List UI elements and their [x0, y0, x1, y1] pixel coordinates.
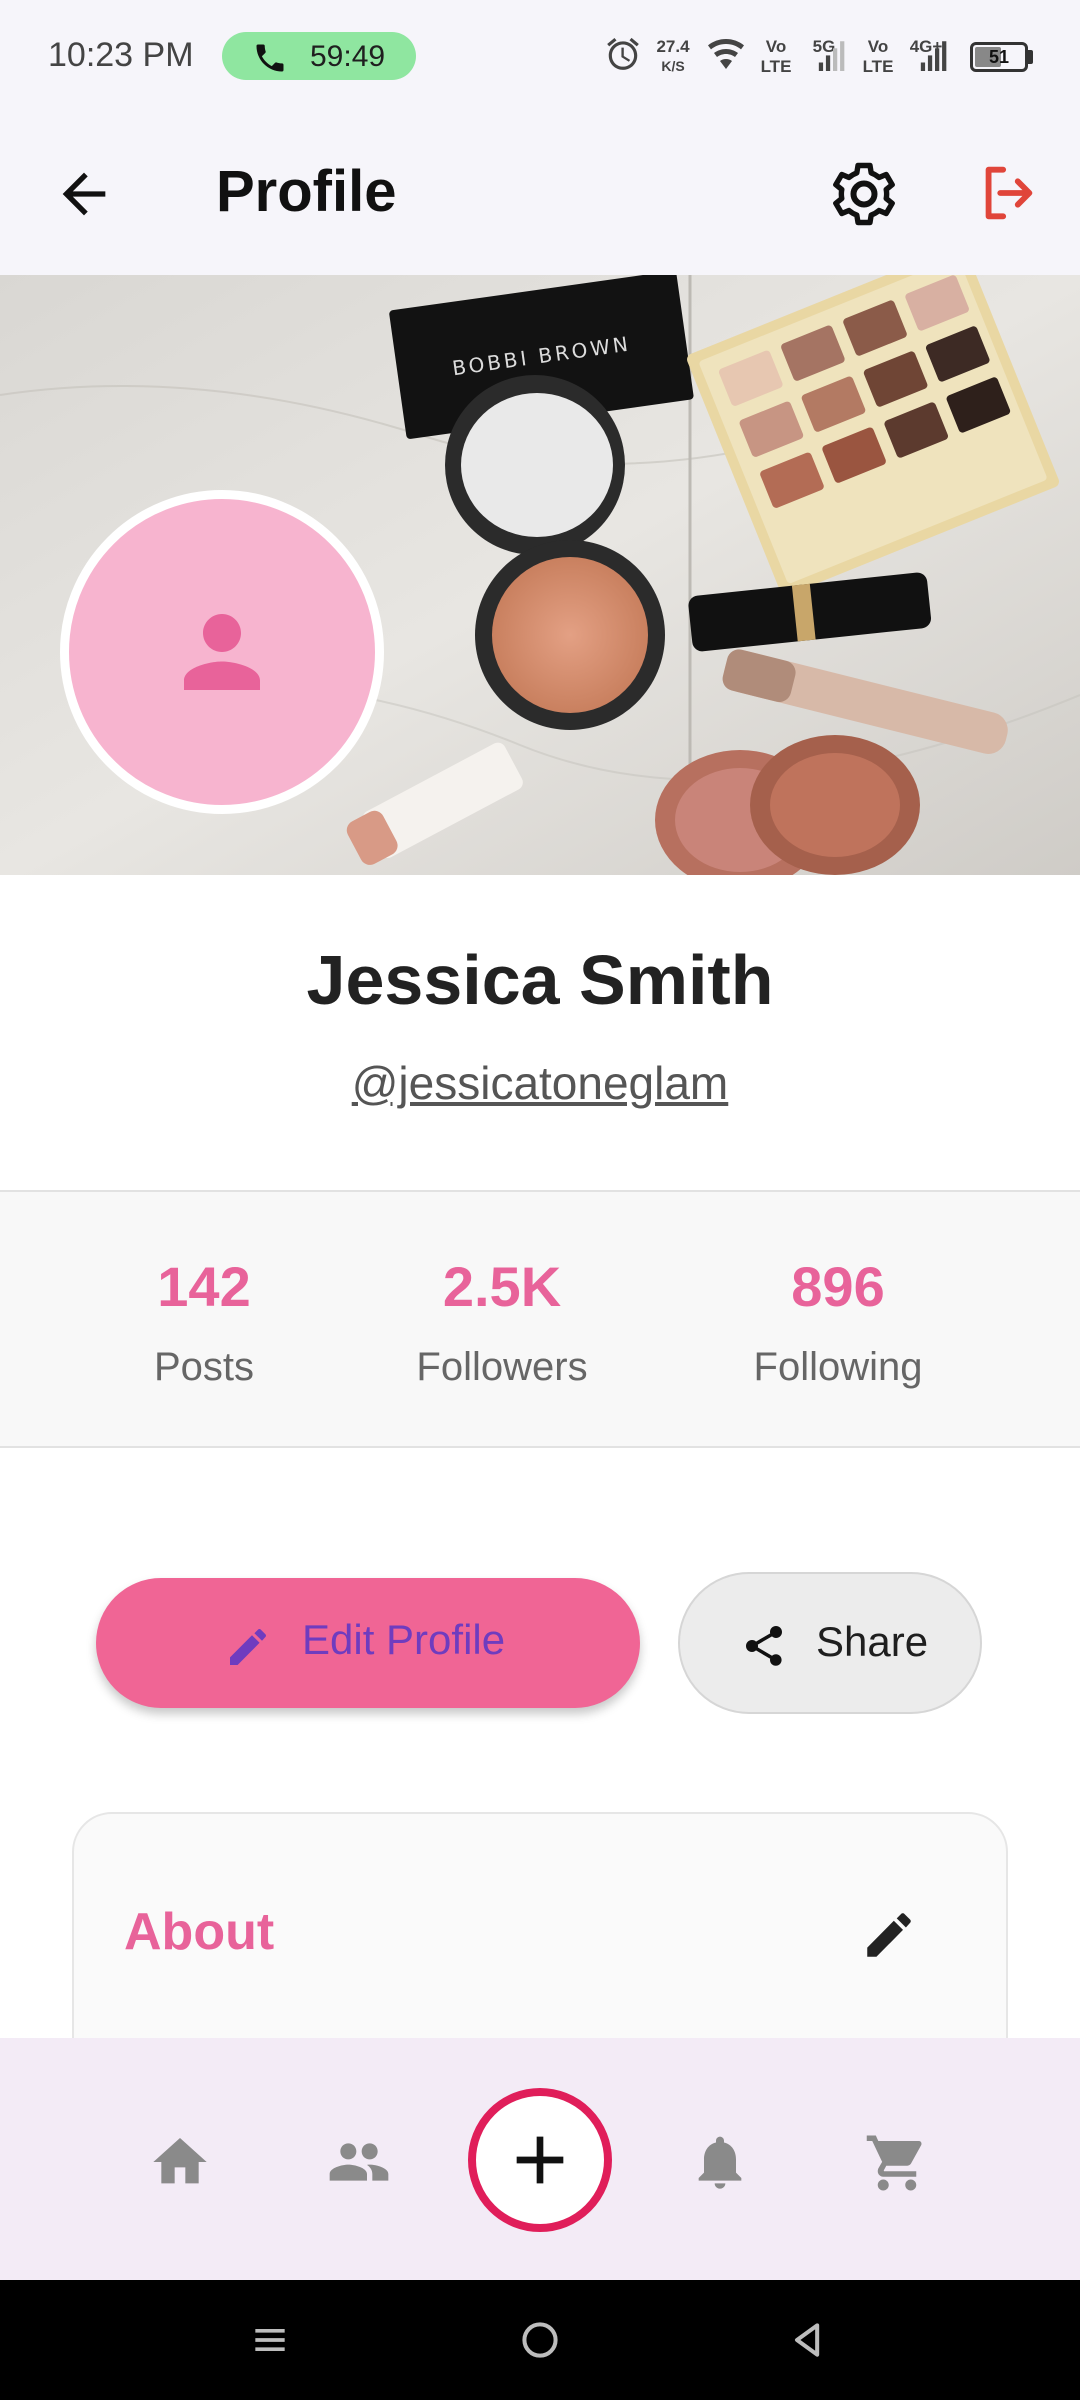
profile-name: Jessica Smith [306, 941, 774, 1019]
stat-following-label: Following [753, 1345, 923, 1389]
net-speed: 27.4 [656, 37, 690, 56]
arrow-left-icon[interactable] [52, 162, 116, 226]
pencil-icon [230, 1629, 266, 1665]
signal-icon [818, 41, 845, 71]
share-icon [746, 1626, 782, 1666]
logout-icon[interactable] [974, 158, 1044, 228]
edit-profile-label: Edit Profile [302, 1616, 506, 1663]
cart-icon[interactable] [864, 2130, 930, 2196]
system-nav-bar [0, 2280, 1080, 2400]
status-time: 10:23 PM [48, 36, 194, 74]
home-icon[interactable] [148, 2130, 212, 2194]
battery-icon: 51 [970, 42, 1028, 72]
bottom-nav [0, 2038, 1080, 2280]
plus-icon [516, 2136, 564, 2184]
volte2-bottom: LTE [862, 57, 894, 76]
page-title: Profile [216, 159, 397, 224]
stat-posts-label: Posts [153, 1345, 255, 1389]
add-button[interactable] [468, 2088, 612, 2232]
alarm-icon [607, 37, 639, 70]
edit-profile-button[interactable]: Edit Profile [96, 1578, 640, 1708]
profile-handle[interactable]: @jessicatoneglam [0, 1056, 1080, 1110]
person-icon [184, 614, 260, 690]
signal-icon-2 [920, 41, 947, 71]
volte1-bottom: LTE [760, 57, 792, 76]
avatar[interactable] [60, 490, 384, 814]
share-label: Share [816, 1618, 929, 1665]
volte2-top: Vo [867, 37, 889, 56]
wifi-icon [708, 39, 744, 69]
edit-about-icon[interactable] [860, 1906, 918, 1964]
stat-followers-value: 2.5K [442, 1255, 562, 1318]
share-button[interactable]: Share [678, 1572, 982, 1714]
call-timer: 59:49 [310, 40, 386, 73]
stat-followers[interactable]: 2.5K Followers [352, 1254, 652, 1390]
back-triangle-icon[interactable] [786, 2318, 830, 2362]
battery-level: 51 [988, 47, 1010, 67]
status-bar: 10:23 PM 59:49 27.4 K/S Vo LTE 5G Vo LTE… [0, 0, 1080, 115]
menu-icon[interactable] [248, 2318, 292, 2362]
phone-icon [256, 44, 284, 72]
app-bar [0, 115, 1080, 275]
stat-posts-value: 142 [157, 1255, 251, 1318]
ongoing-call-pill[interactable]: 59:49 [222, 32, 416, 80]
people-icon[interactable] [324, 2130, 394, 2194]
gear-icon[interactable] [828, 158, 900, 230]
stats-bar: 142 Posts 2.5K Followers 896 Following [0, 1190, 1080, 1448]
stat-following[interactable]: 896 Following [688, 1254, 988, 1390]
stat-posts[interactable]: 142 Posts [54, 1254, 354, 1390]
bell-icon[interactable] [688, 2130, 752, 2194]
volte1-top: Vo [765, 37, 787, 56]
about-title: About [124, 1903, 275, 1961]
stat-following-value: 896 [791, 1255, 885, 1318]
net-speed-unit: K/S [661, 58, 685, 74]
stat-followers-label: Followers [416, 1345, 588, 1389]
battery-tip [1028, 50, 1033, 64]
home-circle-icon[interactable] [518, 2318, 562, 2362]
